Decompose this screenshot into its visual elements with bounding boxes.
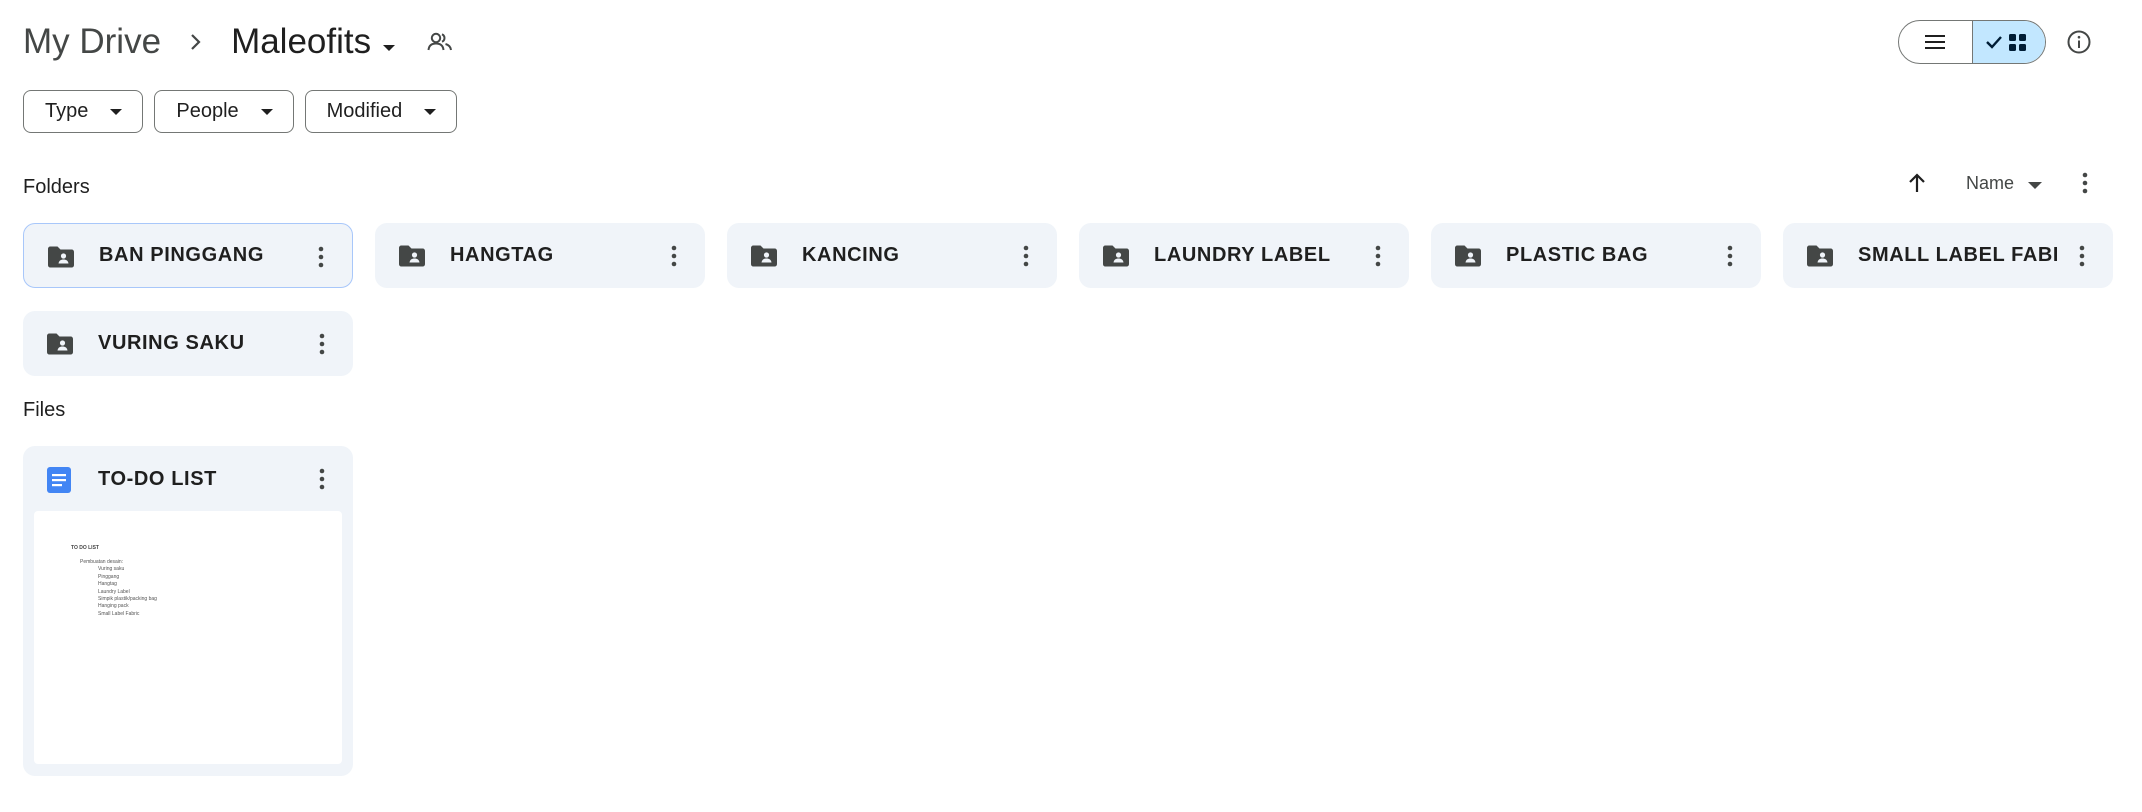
sort-by-label: Name <box>1966 172 2015 193</box>
folders-heading: Folders <box>23 176 90 198</box>
more-vert-icon[interactable] <box>2070 166 2100 200</box>
breadcrumb-current-label: Maleofits <box>231 22 372 61</box>
preview-line: Laundry Label <box>98 588 130 595</box>
drive-page: My Drive Maleofits Type People Modified … <box>0 0 2142 812</box>
caret-down-icon <box>424 108 437 115</box>
chevron-right-icon <box>189 32 203 52</box>
shared-folder-icon <box>1101 241 1131 271</box>
folder-name: HANGTAG <box>450 244 554 266</box>
folder-name: LAUNDRY LABEL <box>1154 244 1331 266</box>
folder-card[interactable]: HANGTAG <box>375 223 705 288</box>
file-preview-thumbnail: TO DO LIST Pembuatan desain: Vuring saku P… <box>34 511 342 764</box>
folder-card[interactable]: BAN PINGGANG <box>23 223 353 288</box>
filter-people-label: People <box>176 100 239 122</box>
more-vert-icon[interactable] <box>1011 240 1041 272</box>
folder-card[interactable]: SMALL LABEL FABRIC <box>1783 223 2113 288</box>
sort-controls: Name <box>1900 166 2043 200</box>
preview-line: Small Label Fabric <box>98 610 140 617</box>
files-heading: Files <box>23 399 66 421</box>
folder-card[interactable]: LAUNDRY LABEL <box>1079 223 1409 288</box>
breadcrumb-current-folder[interactable]: Maleofits <box>231 22 397 62</box>
shared-folder-icon <box>1805 241 1835 271</box>
more-vert-icon[interactable] <box>2067 240 2097 272</box>
folder-name: SMALL LABEL FABRIC <box>1858 244 2057 266</box>
more-vert-icon[interactable] <box>659 240 689 272</box>
sort-direction-arrow-up-icon[interactable] <box>1900 166 1934 200</box>
grid-view-button[interactable] <box>1972 21 2045 63</box>
folder-name: VURING SAKU <box>98 332 245 354</box>
file-card[interactable]: TO-DO LIST TO DO LIST Pembuatan desain: V… <box>23 446 353 776</box>
list-icon <box>1925 35 1946 49</box>
sort-by-dropdown[interactable]: Name <box>1966 172 2043 194</box>
breadcrumb: My Drive Maleofits <box>23 14 2142 70</box>
more-vert-icon[interactable] <box>307 463 337 495</box>
filter-type[interactable]: Type <box>23 90 144 133</box>
preview-line: Pembuatan desain: <box>80 559 124 565</box>
preview-title: TO DO LIST <box>71 545 99 551</box>
filter-bar: Type People Modified <box>23 90 458 133</box>
preview-lines: Pembuatan desain: Vuring saku Pinggang Hang… <box>80 559 157 618</box>
shared-folder-icon <box>46 242 76 272</box>
folder-card[interactable]: PLASTIC BAG <box>1431 223 1761 288</box>
folder-card[interactable]: KANCING <box>727 223 1057 288</box>
google-docs-icon <box>47 467 71 493</box>
shared-people-icon[interactable] <box>427 30 453 54</box>
filter-type-label: Type <box>45 100 89 122</box>
more-vert-icon[interactable] <box>1363 240 1393 272</box>
more-vert-icon[interactable] <box>306 241 336 273</box>
folder-card[interactable]: VURING SAKU <box>23 311 353 376</box>
folder-name: PLASTIC BAG <box>1506 244 1649 266</box>
folder-name: KANCING <box>802 244 900 266</box>
shared-folder-icon <box>1453 241 1483 271</box>
filter-people[interactable]: People <box>154 90 294 133</box>
filter-modified-label: Modified <box>326 100 403 122</box>
more-vert-icon[interactable] <box>307 328 337 360</box>
preview-line: Vuring saku <box>98 566 125 573</box>
filter-modified[interactable]: Modified <box>304 90 458 133</box>
preview-line: Pinggang <box>98 573 120 580</box>
shared-folder-icon <box>397 241 427 271</box>
more-vert-icon[interactable] <box>1715 240 1745 272</box>
preview-line: Hanging pack <box>98 603 129 610</box>
list-view-button[interactable] <box>1899 21 1973 63</box>
file-name: TO-DO LIST <box>98 468 217 490</box>
view-toggle <box>1898 20 2046 64</box>
breadcrumb-my-drive[interactable]: My Drive <box>23 22 161 62</box>
shared-folder-icon <box>45 329 75 359</box>
caret-down-icon <box>260 108 273 115</box>
info-icon[interactable] <box>2061 24 2097 60</box>
folder-name: BAN PINGGANG <box>99 244 264 266</box>
checkmark-grid-icon <box>1985 34 2026 51</box>
caret-down-icon <box>2028 181 2043 189</box>
caret-down-icon <box>381 22 397 62</box>
preview-line: Simpik plastik/packing bag <box>98 596 157 603</box>
preview-line: Hangtag <box>98 581 117 588</box>
shared-folder-icon <box>749 241 779 271</box>
caret-down-icon <box>110 108 123 115</box>
